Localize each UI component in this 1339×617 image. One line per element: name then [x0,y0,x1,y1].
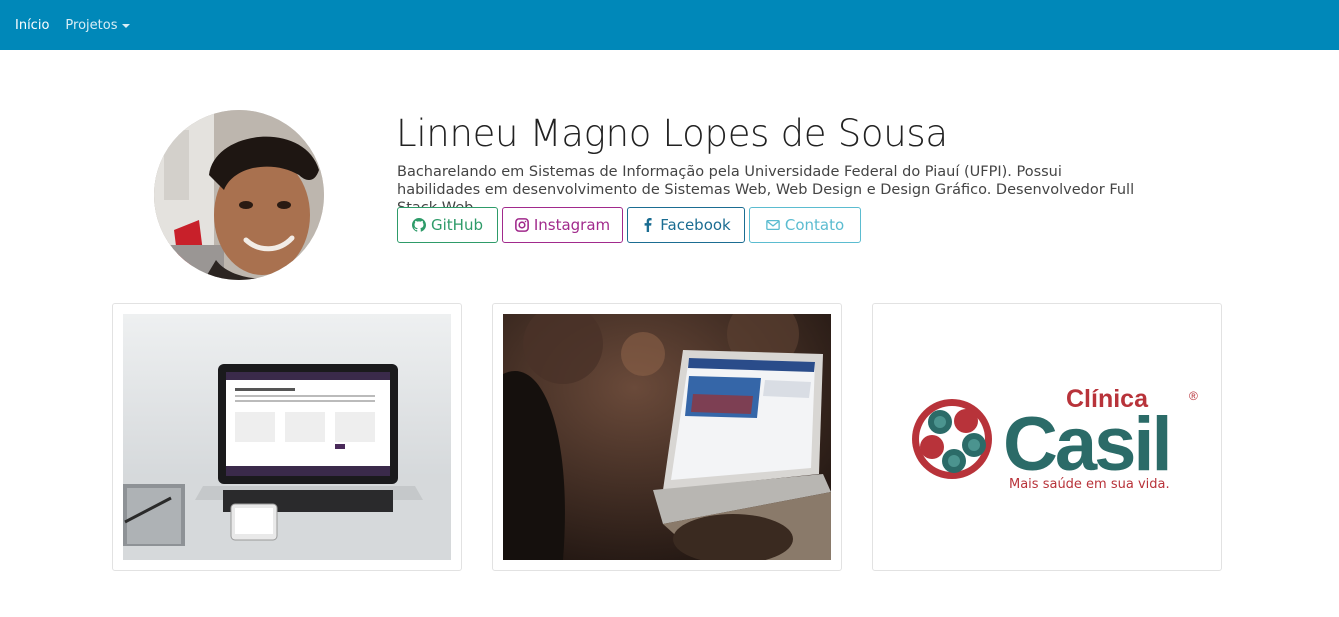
contato-button[interactable]: Contato [749,207,861,243]
laptop-desk-image [123,314,451,560]
project-card-3[interactable]: Clínica Casil ® Mais saúde em sua vida. [872,303,1222,571]
envelope-icon [766,218,780,232]
social-buttons: GitHub Instagram Facebook Contato [397,207,865,243]
contato-label: Contato [784,216,845,234]
facebook-label: Facebook [660,216,731,234]
github-label: GitHub [431,216,483,234]
svg-text:®: ® [1189,389,1198,403]
top-navbar: Início Projetos [0,0,1339,50]
logo-casil-text: Casil [1003,402,1170,487]
facebook-icon [641,218,655,232]
instagram-label: Instagram [533,216,611,234]
nav-home-link[interactable]: Início [15,18,49,33]
project-card-1[interactable] [112,303,462,571]
profile-avatar [154,110,324,280]
github-icon [412,218,426,232]
instagram-icon [514,218,529,232]
nav-projects-dropdown[interactable]: Projetos [65,17,131,33]
github-button[interactable]: GitHub [397,207,498,243]
caret-down-icon [122,23,131,28]
project-card-2[interactable] [492,303,842,571]
nav-projects-label: Projetos [65,17,118,33]
logo-tagline-text: Mais saúde em sua vida. [1009,477,1170,492]
instagram-button[interactable]: Instagram [502,207,623,243]
facebook-button[interactable]: Facebook [627,207,745,243]
laptop-classroom-image [503,314,831,560]
clinica-casil-logo: Clínica Casil ® Mais saúde em sua vida. [883,314,1211,560]
profile-name: Linneu Magno Lopes de Sousa [396,112,948,155]
